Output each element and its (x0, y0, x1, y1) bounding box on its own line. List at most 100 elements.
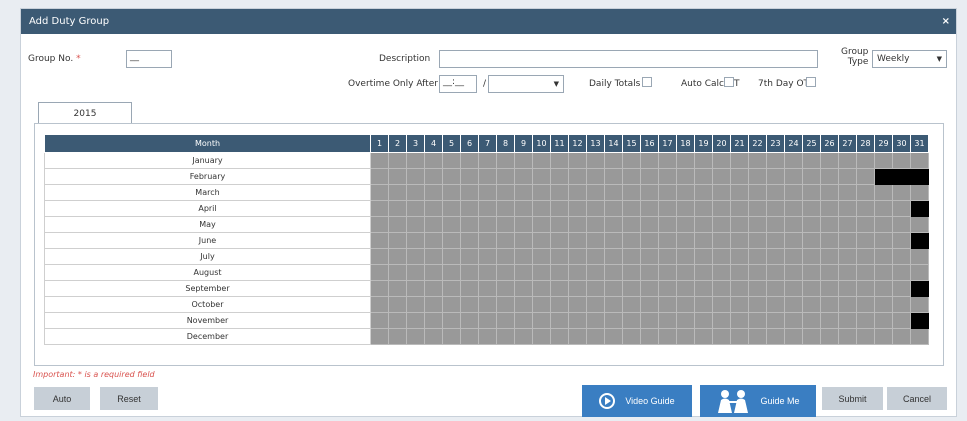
day-cell[interactable] (874, 312, 893, 329)
overtime-unit-select[interactable]: ▼ (488, 75, 564, 93)
day-cell[interactable] (892, 232, 911, 249)
day-cell[interactable] (820, 248, 839, 265)
day-cell[interactable] (424, 216, 443, 233)
day-cell[interactable] (766, 216, 785, 233)
day-cell[interactable] (784, 216, 803, 233)
day-cell[interactable] (658, 184, 677, 201)
day-cell[interactable] (496, 296, 515, 313)
day-cell[interactable] (730, 328, 749, 345)
day-cell[interactable] (820, 168, 839, 185)
day-cell[interactable] (766, 232, 785, 249)
day-cell[interactable] (406, 168, 425, 185)
day-cell[interactable] (604, 264, 623, 281)
day-cell[interactable] (820, 312, 839, 329)
day-cell[interactable] (856, 184, 875, 201)
day-cell[interactable] (856, 328, 875, 345)
day-cell[interactable] (910, 328, 929, 345)
day-cell[interactable] (514, 264, 533, 281)
day-cell[interactable] (622, 312, 641, 329)
day-cell[interactable] (892, 312, 911, 329)
day-cell[interactable] (622, 184, 641, 201)
day-cell[interactable] (802, 184, 821, 201)
day-cell[interactable] (748, 280, 767, 297)
day-cell[interactable] (766, 264, 785, 281)
day-cell[interactable] (748, 296, 767, 313)
day-cell[interactable] (424, 312, 443, 329)
day-cell[interactable] (532, 216, 551, 233)
day-cell[interactable] (640, 184, 659, 201)
day-cell[interactable] (604, 248, 623, 265)
day-cell[interactable] (694, 328, 713, 345)
day-cell[interactable] (856, 312, 875, 329)
day-cell[interactable] (442, 248, 461, 265)
day-cell[interactable] (802, 168, 821, 185)
day-cell[interactable] (802, 296, 821, 313)
day-cell[interactable] (532, 200, 551, 217)
day-cell[interactable] (712, 216, 731, 233)
day-cell[interactable] (550, 328, 569, 345)
day-cell[interactable] (424, 232, 443, 249)
day-cell[interactable] (784, 312, 803, 329)
day-cell[interactable] (514, 328, 533, 345)
day-cell[interactable] (748, 264, 767, 281)
day-cell[interactable] (730, 312, 749, 329)
day-cell[interactable] (514, 216, 533, 233)
day-cell[interactable] (802, 312, 821, 329)
day-cell[interactable] (622, 248, 641, 265)
day-cell[interactable] (694, 264, 713, 281)
day-cell[interactable] (586, 248, 605, 265)
day-cell[interactable] (370, 312, 389, 329)
day-cell[interactable] (586, 312, 605, 329)
day-cell[interactable] (892, 296, 911, 313)
day-cell[interactable] (568, 152, 587, 169)
day-cell[interactable] (532, 296, 551, 313)
day-cell[interactable] (820, 328, 839, 345)
day-cell[interactable] (712, 296, 731, 313)
day-cell[interactable] (550, 184, 569, 201)
day-cell[interactable] (910, 216, 929, 233)
day-cell[interactable] (442, 312, 461, 329)
day-cell[interactable] (604, 328, 623, 345)
day-cell[interactable] (388, 248, 407, 265)
day-cell[interactable] (712, 168, 731, 185)
day-cell[interactable] (676, 280, 695, 297)
day-cell[interactable] (784, 232, 803, 249)
day-cell[interactable] (442, 152, 461, 169)
day-cell[interactable] (820, 264, 839, 281)
group-type-select[interactable]: Weekly ▼ (872, 50, 947, 68)
day-cell[interactable] (856, 232, 875, 249)
day-cell[interactable] (730, 184, 749, 201)
day-cell[interactable] (802, 152, 821, 169)
day-cell[interactable] (460, 264, 479, 281)
day-cell[interactable] (676, 184, 695, 201)
day-cell[interactable] (622, 232, 641, 249)
day-cell[interactable] (586, 280, 605, 297)
day-cell[interactable] (622, 200, 641, 217)
day-cell[interactable] (496, 216, 515, 233)
day-cell[interactable] (748, 312, 767, 329)
day-cell[interactable] (838, 168, 857, 185)
day-cell[interactable] (784, 264, 803, 281)
day-cell[interactable] (802, 248, 821, 265)
day-cell[interactable] (568, 216, 587, 233)
day-cell[interactable] (640, 312, 659, 329)
day-cell[interactable] (496, 312, 515, 329)
submit-button[interactable]: Submit (822, 387, 883, 410)
day-cell[interactable] (676, 248, 695, 265)
day-cell[interactable] (424, 296, 443, 313)
guide-me-button[interactable]: Guide Me (700, 385, 816, 417)
day-cell[interactable] (496, 280, 515, 297)
day-cell[interactable] (388, 184, 407, 201)
day-cell[interactable] (838, 264, 857, 281)
day-cell[interactable] (658, 232, 677, 249)
day-cell[interactable] (388, 200, 407, 217)
day-cell[interactable] (676, 312, 695, 329)
day-cell[interactable] (730, 152, 749, 169)
day-cell[interactable] (676, 168, 695, 185)
day-cell[interactable] (676, 296, 695, 313)
day-cell[interactable] (532, 168, 551, 185)
day-cell[interactable] (604, 184, 623, 201)
day-cell[interactable] (532, 152, 551, 169)
day-cell[interactable] (658, 152, 677, 169)
day-cell[interactable] (478, 280, 497, 297)
